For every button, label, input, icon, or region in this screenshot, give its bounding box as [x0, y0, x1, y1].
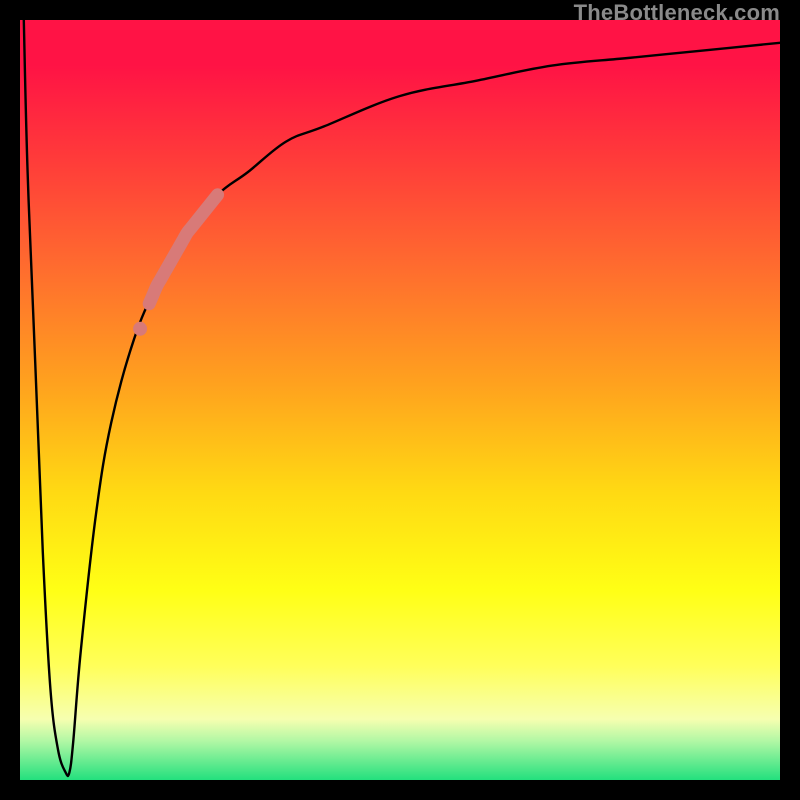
- bottleneck-curve: [24, 20, 780, 776]
- highlight-segment: [149, 195, 217, 304]
- plot-area: [20, 20, 780, 780]
- curve-svg: [20, 20, 780, 780]
- highlight-dot: [133, 322, 147, 336]
- chart-frame: TheBottleneck.com: [0, 0, 800, 800]
